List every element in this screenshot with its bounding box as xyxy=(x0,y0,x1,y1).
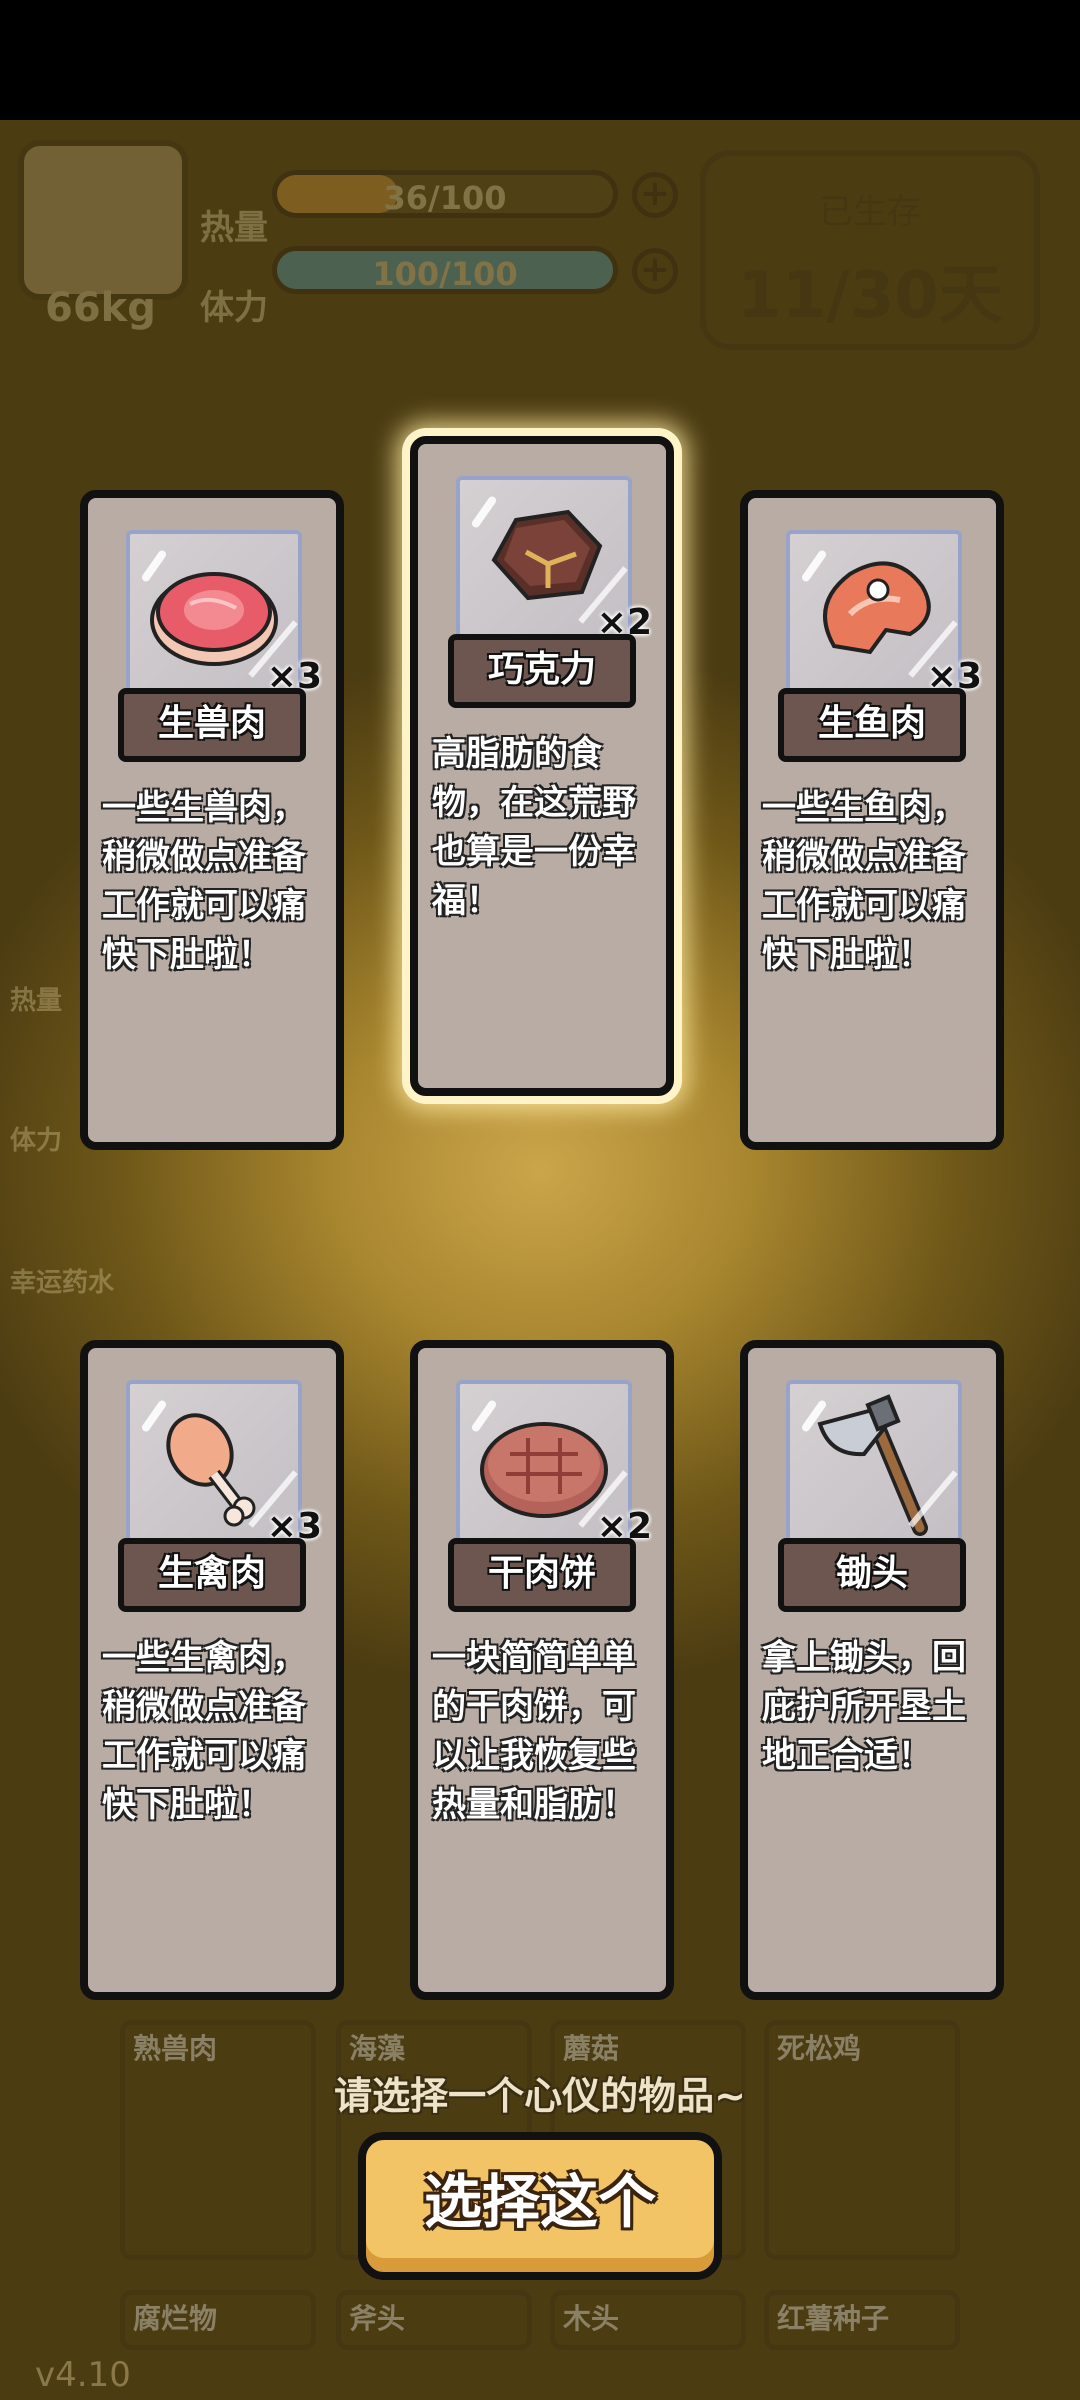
item-name: 生禽肉 xyxy=(118,1538,306,1612)
heat-bar: 36/100 xyxy=(272,170,618,218)
item-card-chocolate[interactable]: ×2 巧克力 高脂肪的食物，在这荒野也算是一份幸福！ xyxy=(410,436,674,1096)
item-description: 高脂肪的食物，在这荒野也算是一份幸福！ xyxy=(432,734,636,921)
survived-label: 已生存 xyxy=(819,192,921,232)
inventory-slot: 腐烂物 xyxy=(120,2290,316,2350)
hoe-icon xyxy=(786,1380,962,1548)
item-name: 锄头 xyxy=(778,1538,966,1612)
survived-days-panel: 已生存 11/30天 xyxy=(700,150,1040,350)
side-item-stamina: 体力 xyxy=(10,1126,63,1156)
add-heat-button[interactable]: + xyxy=(632,172,678,218)
item-card-raw-fish[interactable]: ×3 生鱼肉 一些生鱼肉，稍微做点准备工作就可以痛快下肚啦！ xyxy=(740,490,1004,1150)
item-description: 一些生鱼肉，稍微做点准备工作就可以痛快下肚啦！ xyxy=(762,788,966,975)
avatar[interactable] xyxy=(18,140,188,300)
inventory-slot: 熟兽肉 xyxy=(120,2020,316,2260)
item-card-hoe[interactable]: 锄头 拿上锄头，回庇护所开垦土地正合适！ xyxy=(740,1340,1004,2000)
stamina-label: 体力 xyxy=(200,288,268,328)
heat-label: 热量 xyxy=(200,208,268,248)
item-name: 生兽肉 xyxy=(118,688,306,762)
item-card-raw-poultry[interactable]: ×3 生禽肉 一些生禽肉，稍微做点准备工作就可以痛快下肚啦！ xyxy=(80,1340,344,2000)
side-item-luck-potion: 幸运药水 xyxy=(10,1268,115,1298)
hud: 66kg 热量 体力 36/100 + 100/100 + 已生存 11/30天 xyxy=(0,0,1080,400)
item-card-jerky-patty[interactable]: ×2 干肉饼 一块简简单单的干肉饼，可以让我恢复些热量和脂肪！ xyxy=(410,1340,674,2000)
stamina-bar-label: 100/100 xyxy=(372,255,518,293)
item-description: 拿上锄头，回庇护所开垦土地正合适！ xyxy=(762,1638,966,1776)
version-label: v4.10 xyxy=(35,2355,131,2395)
item-description: 一些生禽肉，稍微做点准备工作就可以痛快下肚啦！ xyxy=(102,1638,306,1825)
selection-prompt: 请选择一个心仪的物品~ xyxy=(334,2074,746,2118)
item-description: 一些生兽肉，稍微做点准备工作就可以痛快下肚啦！ xyxy=(102,788,306,975)
item-description: 一块简简单单的干肉饼，可以让我恢复些热量和脂肪！ xyxy=(432,1638,636,1825)
stamina-bar: 100/100 xyxy=(272,246,618,294)
side-item-heat: 热量 xyxy=(10,986,63,1016)
add-stamina-button[interactable]: + xyxy=(632,248,678,294)
inventory-slot: 斧头 xyxy=(336,2290,532,2350)
weight-value: 66kg xyxy=(45,285,156,331)
heat-bar-label: 36/100 xyxy=(383,179,507,217)
item-name: 生鱼肉 xyxy=(778,688,966,762)
item-card-raw-meat[interactable]: ×3 生兽肉 一些生兽肉，稍微做点准备工作就可以痛快下肚啦！ xyxy=(80,490,344,1150)
item-name: 干肉饼 xyxy=(448,1538,636,1612)
inventory-slot: 木头 xyxy=(550,2290,746,2350)
select-this-button[interactable]: 选择这个 xyxy=(358,2132,722,2280)
item-name: 巧克力 xyxy=(448,634,636,708)
inventory-slot: 死松鸡 xyxy=(764,2020,960,2260)
inventory-slot: 红薯种子 xyxy=(764,2290,960,2350)
survived-days: 11/30天 xyxy=(737,259,1003,333)
